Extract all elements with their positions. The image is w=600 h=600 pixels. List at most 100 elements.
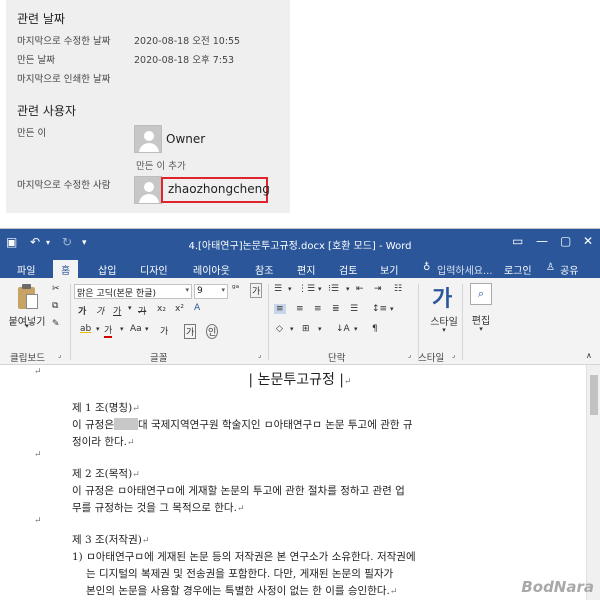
paragraph-launcher-icon[interactable]: ⌟: [408, 351, 411, 359]
vertical-scrollbar[interactable]: [586, 365, 600, 600]
borders-dropdown-icon[interactable]: ▾: [318, 325, 322, 333]
font-name-combo[interactable]: 맑은 고딕(본문 한글) ▾: [74, 284, 192, 299]
multilevel-dropdown-icon[interactable]: ▾: [346, 285, 350, 293]
font-launcher-icon[interactable]: ⌟: [258, 351, 261, 359]
styles-dropdown-icon[interactable]: ▾: [424, 326, 464, 334]
separator: [268, 284, 269, 360]
watermark-logo: BodNara: [521, 578, 594, 596]
author-label: 만든 이: [17, 128, 47, 139]
strikethrough-icon[interactable]: 가: [138, 304, 146, 317]
align-center-icon[interactable]: ≡: [296, 304, 304, 314]
add-author-link[interactable]: 만든 이 추가: [136, 158, 186, 172]
section-body-line: 1) ㅁ아태연구ㅁ에 게재된 논문 등의 저작권은 본 연구소가 소유한다. 저…: [72, 551, 416, 563]
sort-dropdown-icon[interactable]: ▾: [354, 325, 358, 333]
share-icon[interactable]: ♙: [546, 262, 555, 273]
author-name[interactable]: Owner: [166, 132, 205, 146]
scrollbar-thumb[interactable]: [590, 375, 598, 415]
close-icon[interactable]: ✕: [583, 234, 593, 248]
search-icon[interactable]: ⌕: [470, 283, 492, 305]
lightbulb-icon[interactable]: ♁: [423, 262, 430, 273]
copy-icon[interactable]: ⧉: [52, 301, 58, 311]
tab-design[interactable]: 디자인: [140, 262, 168, 277]
distributed-icon[interactable]: ☰: [350, 304, 358, 314]
paste-dropdown-icon[interactable]: ▾: [22, 322, 32, 330]
character-border-icon[interactable]: 가: [184, 324, 197, 339]
tab-references[interactable]: 참조: [255, 262, 273, 277]
numbering-dropdown-icon[interactable]: ▾: [318, 285, 322, 293]
highlight-dropdown-icon[interactable]: ▾: [96, 325, 100, 333]
shading-dropdown-icon[interactable]: ▾: [290, 325, 294, 333]
numbering-icon[interactable]: ⋮☰: [298, 284, 315, 294]
tell-me-box[interactable]: 입력하세요...: [437, 262, 493, 277]
grow-font-icon[interactable]: ᵍᵃ: [232, 284, 239, 294]
sort-icon[interactable]: ↓A: [336, 324, 350, 334]
ribbon-display-icon[interactable]: ▭: [512, 234, 523, 248]
related-dates-heading: 관련 날짜: [17, 12, 65, 26]
cut-icon[interactable]: ✂: [52, 284, 60, 294]
tab-file[interactable]: 파일: [17, 262, 35, 277]
subscript-icon[interactable]: x₂: [157, 304, 166, 314]
change-case-icon[interactable]: Aa: [130, 324, 142, 334]
text-effects-icon[interactable]: A: [194, 303, 200, 313]
paragraph-mark: ↵: [34, 516, 42, 526]
hanja-icon[interactable]: 가: [250, 283, 263, 298]
last-modified-by-name[interactable]: zhaozhongcheng: [161, 177, 270, 203]
paste-icon[interactable]: [18, 284, 38, 310]
highlight-icon[interactable]: ab: [80, 324, 91, 334]
separator: [418, 284, 419, 360]
bullets-dropdown-icon[interactable]: ▾: [288, 285, 292, 293]
underline-icon[interactable]: 가: [113, 304, 121, 317]
shading-icon[interactable]: ◇: [276, 324, 283, 334]
show-marks-icon[interactable]: ¶: [372, 324, 378, 334]
tab-review[interactable]: 검토: [339, 262, 357, 277]
font-size-combo[interactable]: 9 ▾: [194, 284, 228, 299]
decrease-indent-icon[interactable]: ⇤: [356, 284, 364, 294]
redacted-text: [113, 418, 138, 430]
collapse-ribbon-icon[interactable]: ∧: [586, 351, 592, 360]
font-color-dropdown-icon[interactable]: ▾: [120, 325, 124, 333]
line-spacing-dropdown-icon[interactable]: ▾: [390, 305, 394, 313]
last-modified-by-avatar: [134, 176, 162, 204]
share-button[interactable]: 공유: [560, 262, 578, 277]
bold-icon[interactable]: 가: [78, 304, 86, 317]
align-left-icon[interactable]: ≡: [274, 304, 286, 314]
asian-layout-icon[interactable]: ☷: [394, 284, 402, 294]
styles-launcher-icon[interactable]: ⌟: [452, 351, 455, 359]
enclose-characters-icon[interactable]: 인: [206, 324, 219, 339]
printed-date-label: 마지막으로 인쇄한 날짜: [17, 74, 111, 85]
font-color-icon[interactable]: 가: [104, 323, 113, 338]
paragraph-mark: ↵: [34, 450, 42, 460]
related-people-heading: 관련 사용자: [17, 104, 77, 118]
tab-mailings[interactable]: 편지: [297, 262, 315, 277]
file-properties-panel: 관련 날짜 마지막으로 수정한 날짜 2020-08-18 오전 10:55 만…: [6, 0, 290, 213]
tab-layout[interactable]: 레이아웃: [193, 262, 230, 277]
increase-indent-icon[interactable]: ⇥: [374, 284, 382, 294]
borders-icon[interactable]: ⊞: [302, 324, 310, 334]
justify-icon[interactable]: ≣: [332, 304, 340, 314]
tab-home[interactable]: 홈: [53, 260, 79, 278]
italic-icon[interactable]: 가: [96, 304, 104, 317]
align-right-icon[interactable]: ≡: [314, 304, 322, 314]
group-font-label: 글꼴: [150, 353, 168, 364]
sign-in-link[interactable]: 로그인: [504, 262, 532, 277]
clipboard-launcher-icon[interactable]: ⌟: [58, 351, 61, 359]
bullets-icon[interactable]: ☰: [274, 284, 282, 294]
styles-gallery-icon[interactable]: 가: [432, 281, 458, 312]
change-case-dropdown-icon[interactable]: ▾: [145, 325, 149, 333]
group-clipboard-label: 클립보드: [10, 353, 45, 364]
title-bar: ▣ ↶ ▾ ↻ ▾ 4.[아태연구]논문투고규정.docx [호환 모드] - …: [0, 229, 600, 258]
maximize-icon[interactable]: ▢: [560, 234, 571, 248]
editing-dropdown-icon[interactable]: ▾: [462, 325, 500, 333]
minimize-icon[interactable]: —: [536, 234, 548, 248]
document-page[interactable]: ↵ | 논문투고규정 |↵ 제 1 조(명칭)↵ 이 규정은 대 국제지역연구원 …: [0, 365, 600, 600]
ribbon-home: 붙여넣기 ▾ ✂ ⧉ ✎ 클립보드 ⌟ 맑은 고딕(본문 한글) ▾ 9 ▾ ᵍᵃ …: [0, 278, 600, 365]
section-body-line: 정이라 한다.↵: [72, 436, 135, 448]
underline-dropdown-icon[interactable]: ▾: [128, 304, 132, 312]
superscript-icon[interactable]: x²: [175, 304, 184, 314]
phonetic-guide-icon[interactable]: 가: [160, 324, 168, 337]
line-spacing-icon[interactable]: ↕≡: [372, 304, 387, 314]
tab-view[interactable]: 보기: [380, 262, 398, 277]
multilevel-list-icon[interactable]: ⁝☰: [328, 284, 339, 294]
tab-insert[interactable]: 삽입: [98, 262, 116, 277]
format-painter-icon[interactable]: ✎: [52, 319, 60, 329]
